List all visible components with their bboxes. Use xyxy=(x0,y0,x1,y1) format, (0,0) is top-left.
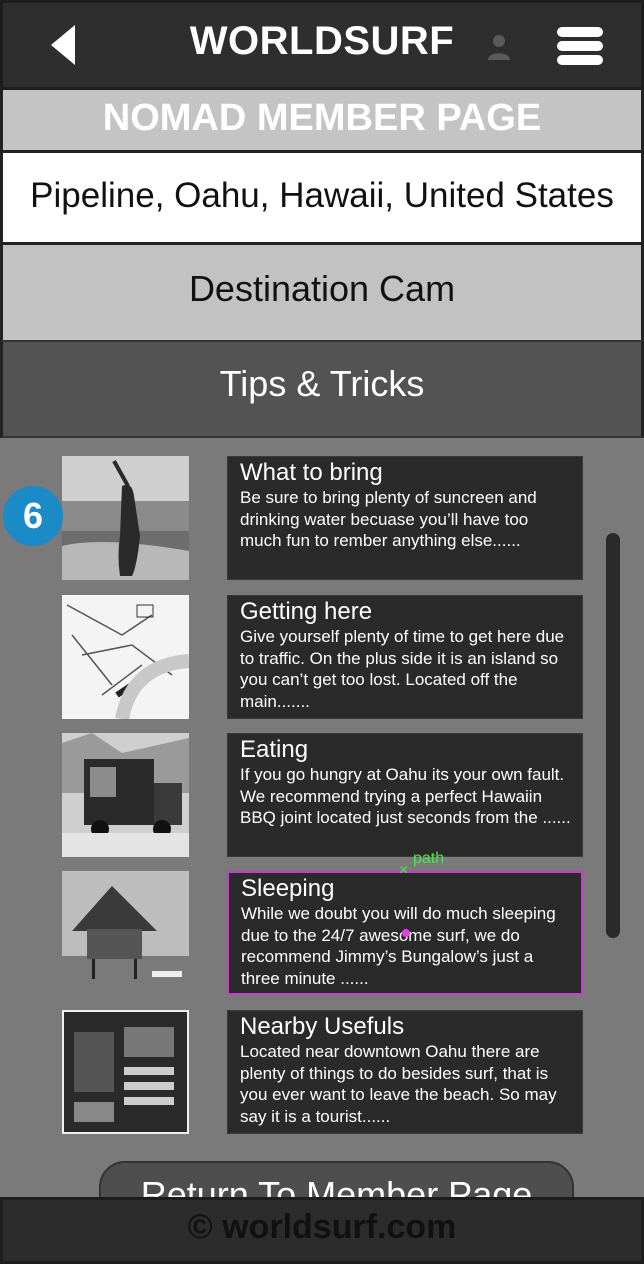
path-annotation-label: path xyxy=(413,850,445,867)
page-title: NOMAD MEMBER PAGE xyxy=(0,90,644,150)
top-nav-bar: WORLDSURF xyxy=(0,0,644,90)
tip-body: Be sure to bring plenty of suncreen and … xyxy=(240,488,537,550)
list-item[interactable]: What to bring Be sure to bring plenty of… xyxy=(0,456,644,582)
tip-body: Located near downtown Oahu there are ple… xyxy=(240,1042,557,1126)
location-title: Pipeline, Oahu, Hawaii, United States xyxy=(0,150,644,245)
user-icon[interactable] xyxy=(485,33,513,61)
tip-card[interactable]: Getting here Give yourself plenty of tim… xyxy=(227,595,583,719)
tips-list: What to bring Be sure to bring plenty of… xyxy=(0,438,644,1198)
tip-photo-bungalow xyxy=(62,871,189,995)
tip-title: What to bring xyxy=(240,459,383,486)
tip-photo-food-truck xyxy=(62,733,189,857)
tip-body: Give yourself plenty of time to get here… xyxy=(240,627,565,711)
tip-body: If you go hungry at Oahu its your own fa… xyxy=(240,765,571,827)
menu-icon[interactable] xyxy=(557,27,603,67)
tip-photo-shop-shelf xyxy=(62,1010,189,1134)
tips-tricks-tab[interactable]: Tips & Tricks xyxy=(0,342,644,438)
tip-card[interactable]: Nearby Usefuls Located near downtown Oah… xyxy=(227,1010,583,1134)
brand-title: WORLDSURF xyxy=(189,19,455,63)
step-number-badge: 6 xyxy=(3,486,63,546)
destination-cam-button[interactable]: Destination Cam xyxy=(0,245,644,342)
path-end-marker-icon xyxy=(402,929,410,937)
tip-photo-map xyxy=(62,595,189,719)
list-item[interactable]: Nearby Usefuls Located near downtown Oah… xyxy=(0,1010,644,1136)
tip-body: While we doubt you will do much sleeping… xyxy=(241,904,556,988)
tip-photo-beach-person xyxy=(62,456,189,580)
list-item[interactable]: Sleeping While we doubt you will do much… xyxy=(0,871,644,997)
list-item[interactable]: Getting here Give yourself plenty of tim… xyxy=(0,595,644,721)
tip-title: Nearby Usefuls xyxy=(240,1013,405,1040)
footer-bar: © worldsurf.com xyxy=(0,1197,644,1264)
tip-title: Eating xyxy=(240,736,309,763)
tip-title: Getting here xyxy=(240,598,373,625)
tip-card[interactable]: Eating If you go hungry at Oahu its your… xyxy=(227,733,583,857)
footer-copyright[interactable]: © worldsurf.com xyxy=(3,1208,641,1247)
list-scrollbar[interactable] xyxy=(606,533,620,938)
path-start-marker-icon: × xyxy=(399,862,409,879)
tip-card[interactable]: What to bring Be sure to bring plenty of… xyxy=(227,456,583,580)
list-item[interactable]: Eating If you go hungry at Oahu its your… xyxy=(0,733,644,859)
